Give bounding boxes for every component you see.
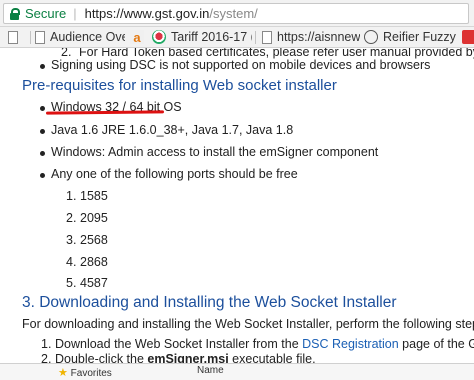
bookmark-label: Tariff 2016-17 (a	[171, 30, 252, 44]
bullet	[40, 64, 45, 69]
port-value: 2568	[80, 233, 108, 247]
address-bar: Secure | https://www.gst.gov.in/system/	[0, 0, 474, 27]
port-value: 1585	[80, 189, 108, 203]
step-number: 1.	[41, 337, 52, 351]
security-label: Secure	[25, 6, 67, 21]
reifier-icon	[462, 30, 474, 44]
document-icon	[35, 30, 45, 44]
bookmark-tariff[interactable]: Tariff 2016-17 (a	[152, 27, 252, 47]
prereq-item-ports: Any one of the following ports should be…	[51, 167, 298, 181]
gov-emblem-icon	[152, 30, 166, 44]
step1-text: Download the Web Socket Installer from t…	[55, 337, 474, 351]
page-content: 2. For Hard Token based certificates, pl…	[0, 48, 474, 380]
amazon-icon: a	[130, 30, 144, 45]
port-number: 5.	[66, 276, 77, 290]
bookmark-label: https://aisnnew	[277, 30, 360, 44]
star-icon: ★	[58, 367, 68, 379]
bookmark-label: Audience Overv	[50, 30, 125, 44]
port-value: 4587	[80, 276, 108, 290]
prereq-heading: Pre-requisites for installing Web socket…	[22, 77, 337, 94]
section3-heading: 3. Downloading and Installing the Web So…	[22, 294, 397, 311]
prereq-item-java: Java 1.6 JRE 1.6.0_38+, Java 1.7, Java 1…	[51, 123, 294, 137]
url-path: /system/	[209, 6, 258, 21]
globe-icon	[364, 30, 378, 44]
bookmark-reifier[interactable]: Reifier Fuzzy Ma	[364, 27, 458, 47]
port-number: 1.	[66, 189, 77, 203]
prereq-item-admin: Windows: Admin access to install the emS…	[51, 145, 379, 159]
bullet	[40, 173, 45, 178]
lock-icon	[10, 7, 20, 20]
name-column-header[interactable]: Name	[197, 365, 224, 376]
port-value: 2868	[80, 255, 108, 269]
port-number: 4.	[66, 255, 77, 269]
port-number: 2.	[66, 211, 77, 225]
url-input[interactable]: Secure | https://www.gst.gov.in/system/	[3, 3, 469, 24]
favorites-item[interactable]: ★ Favorites	[58, 366, 112, 379]
list-item-dsc-mobile: Signing using DSC is not supported on mo…	[51, 58, 431, 72]
url-separator: |	[73, 6, 77, 21]
bookmarks-bar: Audience Overv a Tariff 2016-17 (a https…	[0, 27, 474, 48]
bullet	[40, 106, 45, 111]
bullet	[40, 129, 45, 134]
document-icon	[262, 30, 272, 44]
url-host: https://www.gst.gov.in	[84, 6, 210, 21]
port-number: 3.	[66, 233, 77, 247]
bookmark-amazon[interactable]: a	[130, 27, 148, 47]
bullet	[40, 151, 45, 156]
dsc-registration-link[interactable]: DSC Registration	[302, 337, 399, 351]
document-icon	[8, 30, 18, 44]
bookmark-label: Reifier Fuzzy Ma	[383, 30, 458, 44]
bookmark-audience-overview[interactable]: Audience Overv	[35, 27, 125, 47]
bookmark-reifier-2[interactable]	[462, 27, 474, 47]
section3-intro: For downloading and installing the Web S…	[22, 317, 474, 331]
port-value: 2095	[80, 211, 108, 225]
file-dialog-strip: ★ Favorites Name	[0, 363, 474, 380]
bookmark-aisnnew[interactable]: https://aisnnew	[262, 27, 360, 47]
bookmark-item[interactable]	[8, 27, 28, 47]
